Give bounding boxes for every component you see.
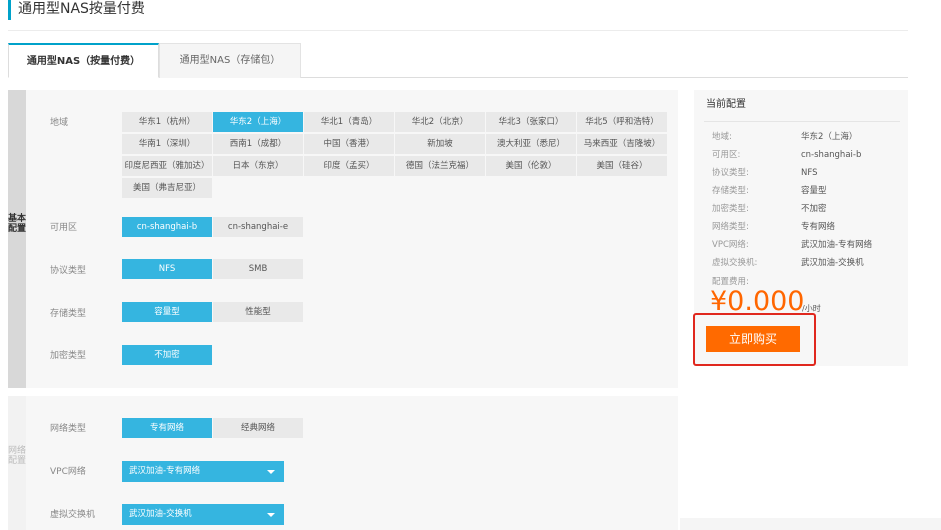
summary-key: 协议类型:	[712, 168, 749, 178]
region-option[interactable]: 美国（弗吉尼亚）	[122, 178, 213, 199]
summary-key: 虚拟交换机:	[712, 258, 758, 268]
zone-option[interactable]: cn-shanghai-e	[213, 217, 304, 238]
vpc-label: VPC网络	[50, 467, 86, 477]
tab-bar: 通用型NAS（按量付费） 通用型NAS（存储包）	[8, 43, 908, 78]
vpc-select-value: 武汉加油-专有网络	[129, 466, 201, 476]
summary-key: VPC网络:	[712, 240, 749, 250]
summary-value: 武汉加油-交换机	[801, 258, 864, 268]
protocol-option[interactable]: SMB	[213, 259, 304, 280]
summary-key: 存储类型:	[712, 186, 749, 196]
encryption-label: 加密类型	[50, 351, 87, 361]
region-option[interactable]: 华北1（青岛）	[304, 112, 395, 133]
region-option[interactable]: 马来西亚（吉隆坡）	[577, 134, 668, 155]
region-option[interactable]: 华北3（张家口）	[486, 112, 577, 133]
region-option[interactable]: 华北2（北京）	[395, 112, 486, 133]
summary-key: 可用区:	[712, 150, 741, 160]
zone-label: 可用区	[50, 223, 78, 233]
buy-now-button[interactable]: 立即购买	[706, 326, 800, 352]
encryption-option-selected[interactable]: 不加密	[122, 345, 213, 366]
region-option[interactable]: 华南1（深圳）	[122, 134, 213, 155]
background-strip	[680, 518, 941, 530]
chevron-down-icon	[267, 513, 275, 517]
vswitch-select-value: 武汉加油-交换机	[129, 509, 192, 519]
protocol-option-selected[interactable]: NFS	[122, 259, 213, 280]
summary-key: 网络类型:	[712, 222, 749, 232]
net-type-option-selected[interactable]: 专有网络	[122, 418, 213, 439]
section-basic-label: 基本配置	[8, 90, 26, 388]
summary-value: 专有网络	[801, 222, 836, 232]
summary-value: 武汉加油-专有网络	[801, 240, 873, 250]
vswitch-label: 虚拟交换机	[50, 510, 96, 520]
region-option[interactable]: 西南1（成都）	[213, 134, 304, 155]
divider	[704, 121, 900, 122]
region-option[interactable]: 印度尼西亚（雅加达）	[122, 156, 213, 177]
summary-value: 华东2（上海）	[801, 132, 858, 142]
region-option[interactable]: 德国（法兰克福）	[395, 156, 486, 177]
region-option[interactable]: 华东1（杭州）	[122, 112, 213, 133]
region-option[interactable]: 印度（孟买）	[304, 156, 395, 177]
chevron-down-icon	[267, 470, 275, 474]
section-basic-text: 基本配置	[8, 214, 27, 234]
tab-pay-as-you-go[interactable]: 通用型NAS（按量付费）	[8, 43, 159, 78]
storage-option-selected[interactable]: 容量型	[122, 302, 213, 323]
summary-key: 地域:	[712, 132, 732, 142]
region-option[interactable]: 华北5（呼和浩特）	[577, 112, 668, 133]
summary-key: 加密类型:	[712, 204, 749, 214]
tab-storage-package[interactable]: 通用型NAS（存储包）	[159, 43, 301, 78]
summary-value: NFS	[801, 168, 818, 178]
region-option-selected[interactable]: 华东2（上海）	[213, 112, 304, 133]
summary-value: cn-shanghai-b	[801, 150, 862, 160]
net-type-option[interactable]: 经典网络	[213, 418, 304, 439]
protocol-label: 协议类型	[50, 266, 87, 276]
net-type-label: 网络类型	[50, 424, 87, 434]
region-option[interactable]: 美国（伦敦）	[486, 156, 577, 177]
nas-purchase-page: { "page_title": "通用型NAS按量付费", "tabs": [ …	[0, 0, 941, 530]
region-option[interactable]: 新加坡	[395, 134, 486, 155]
region-label: 地域	[50, 118, 69, 128]
vswitch-select[interactable]: 武汉加油-交换机	[122, 504, 284, 525]
vpc-select[interactable]: 武汉加油-专有网络	[122, 461, 284, 482]
summary-title: 当前配置	[706, 99, 746, 110]
region-option[interactable]: 澳大利亚（悉尼）	[486, 134, 577, 155]
section-network-label: 网络配置	[8, 396, 26, 530]
region-option[interactable]: 中国（香港）	[304, 134, 395, 155]
divider	[8, 30, 908, 31]
zone-option-selected[interactable]: cn-shanghai-b	[122, 217, 213, 238]
storage-label: 存储类型	[50, 309, 87, 319]
summary-value: 不加密	[801, 204, 827, 214]
section-network-text: 网络配置	[8, 446, 27, 466]
summary-value: 容量型	[801, 186, 827, 196]
page-title: 通用型NAS按量付费	[8, 0, 145, 20]
region-option[interactable]: 日本（东京）	[213, 156, 304, 177]
region-option[interactable]: 美国（硅谷）	[577, 156, 668, 177]
storage-option[interactable]: 性能型	[213, 302, 304, 323]
